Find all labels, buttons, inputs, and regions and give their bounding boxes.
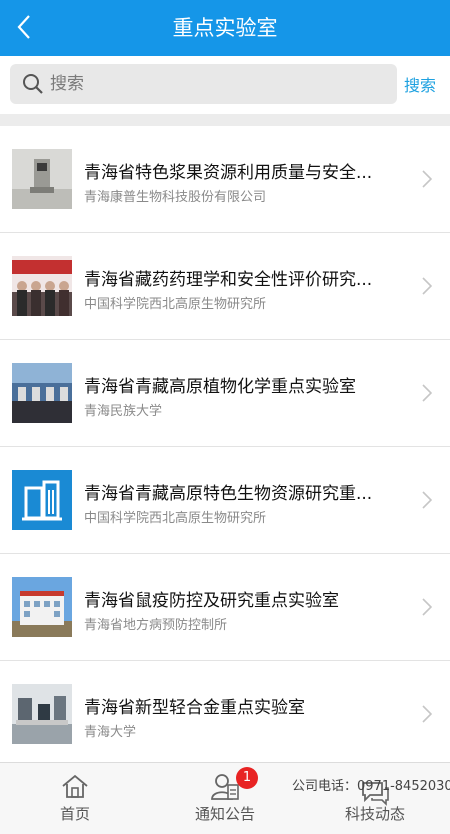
item-subtitle: 青海省地方病预防控制所	[84, 618, 228, 633]
home-icon	[62, 774, 88, 798]
search-input[interactable]	[50, 74, 380, 94]
thumbnail-image	[12, 256, 72, 316]
thumbnail-image	[12, 363, 72, 423]
chevron-right-icon	[422, 384, 432, 402]
list-item[interactable]: 青海省青藏高原植物化学重点实验室 青海民族大学	[0, 340, 450, 447]
section-divider	[0, 114, 450, 126]
item-title: 青海省藏药药理学和安全性评价研究...	[84, 270, 373, 290]
chevron-right-icon	[422, 598, 432, 616]
list-item[interactable]: 青海省藏药药理学和安全性评价研究... 中国科学院西北高原生物研究所	[0, 233, 450, 340]
search-bar: 搜索	[0, 56, 450, 114]
search-button[interactable]: 搜索	[404, 72, 436, 96]
search-box[interactable]	[10, 64, 397, 104]
item-title: 青海省青藏高原特色生物资源研究重...	[84, 484, 373, 504]
tab-home[interactable]: 首页	[0, 763, 150, 834]
lab-list: 青海省特色浆果资源利用质量与安全... 青海康普生物科技股份有限公司 青海省藏药…	[0, 126, 450, 768]
tab-news[interactable]: 科技动态	[300, 763, 450, 834]
list-item[interactable]: 青海省新型轻合金重点实验室 青海大学	[0, 661, 450, 768]
page-title: 重点实验室	[172, 16, 278, 40]
item-subtitle: 中国科学院西北高原生物研究所	[84, 511, 267, 526]
chevron-right-icon	[422, 491, 432, 509]
item-title: 青海省特色浆果资源利用质量与安全...	[84, 163, 373, 183]
notification-badge: 1	[236, 767, 258, 789]
thumbnail-image	[12, 577, 72, 637]
thumbnail-image	[12, 149, 72, 209]
chevron-right-icon	[422, 705, 432, 723]
chevron-right-icon	[422, 170, 432, 188]
list-item[interactable]: 青海省青藏高原特色生物资源研究重... 中国科学院西北高原生物研究所	[0, 447, 450, 554]
list-item[interactable]: 青海省鼠疫防控及研究重点实验室 青海省地方病预防控制所	[0, 554, 450, 661]
app-header: 重点实验室	[0, 0, 450, 56]
item-subtitle: 青海民族大学	[84, 404, 163, 419]
item-title: 青海省青藏高原植物化学重点实验室	[84, 377, 356, 397]
bottom-tab-bar: 首页 1 通知公告 科技动态 公司电话：0971-8452030	[0, 762, 450, 834]
tab-notices-label: 通知公告	[194, 805, 255, 823]
thumbnail-image	[12, 470, 72, 530]
chevron-right-icon	[422, 277, 432, 295]
company-phone: 公司电话：0971-8452030	[292, 779, 450, 794]
item-title: 青海省新型轻合金重点实验室	[84, 698, 305, 718]
item-subtitle: 青海大学	[84, 725, 137, 740]
tab-news-label: 科技动态	[344, 805, 405, 823]
item-subtitle: 青海康普生物科技股份有限公司	[84, 190, 267, 205]
item-subtitle: 中国科学院西北高原生物研究所	[84, 297, 267, 312]
item-title: 青海省鼠疫防控及研究重点实验室	[84, 591, 339, 611]
tab-home-label: 首页	[59, 805, 90, 823]
list-item[interactable]: 青海省特色浆果资源利用质量与安全... 青海康普生物科技股份有限公司	[0, 126, 450, 233]
tab-notices[interactable]: 1 通知公告	[150, 763, 300, 834]
thumbnail-image	[12, 684, 72, 744]
search-icon	[23, 74, 43, 94]
